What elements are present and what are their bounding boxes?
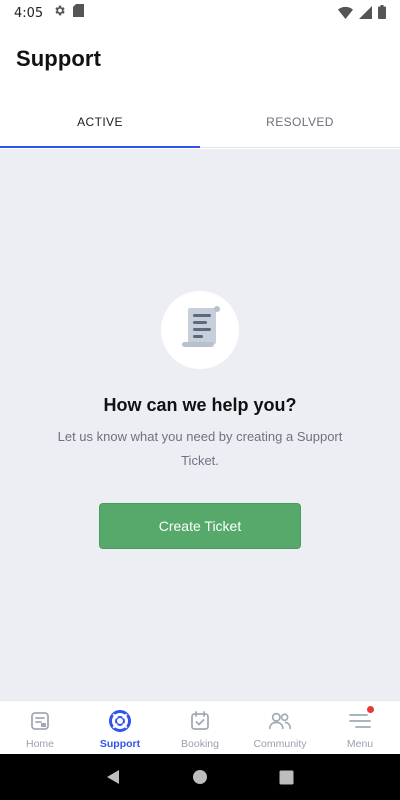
tab-active-label: ACTIVE (77, 114, 123, 129)
system-nav-bar (0, 754, 400, 800)
empty-state-illustration (161, 291, 239, 369)
empty-state-subtitle: Let us know what you need by creating a … (57, 429, 343, 468)
nav-label-community: Community (253, 738, 307, 750)
tab-bar: ACTIVE RESOLVED (0, 96, 400, 148)
app-header: Support (0, 26, 400, 96)
nav-item-menu[interactable]: Menu (320, 701, 400, 754)
create-ticket-button[interactable]: Create Ticket (99, 503, 301, 549)
nav-label-booking: Booking (181, 738, 219, 750)
support-content: How can we help you? Let us know what yo… (0, 149, 400, 700)
nav-label-support: Support (99, 738, 141, 750)
battery-icon (378, 5, 386, 24)
tab-resolved-label: RESOLVED (266, 114, 334, 129)
home-icon (28, 709, 52, 733)
gear-icon (53, 4, 66, 22)
people-icon (268, 709, 292, 733)
home-circle-icon[interactable] (190, 767, 210, 787)
recents-icon[interactable] (277, 767, 297, 787)
nav-label-home: Home (25, 738, 54, 750)
document-scroll-icon (172, 300, 228, 361)
calendar-check-icon (188, 709, 212, 733)
back-icon[interactable] (103, 767, 123, 787)
nav-item-support[interactable]: Support (80, 701, 160, 754)
sd-card-icon (73, 4, 85, 22)
nav-item-booking[interactable]: Booking (160, 701, 240, 754)
status-bar: 4:05 (0, 0, 400, 26)
nav-item-community[interactable]: Community (240, 701, 320, 754)
page-title: Support (16, 46, 102, 71)
notification-dot (367, 706, 374, 713)
tab-active[interactable]: ACTIVE (0, 96, 200, 148)
nav-item-home[interactable]: Home (0, 701, 80, 754)
menu-icon (348, 706, 374, 733)
bottom-nav: Home Support Booking Community Menu (0, 700, 400, 754)
nav-label-menu: Menu (346, 738, 374, 750)
wifi-icon (338, 6, 353, 24)
empty-state-title: How can we help you? (103, 395, 297, 415)
signal-icon (359, 5, 372, 24)
lifebuoy-icon (108, 709, 132, 733)
tab-resolved[interactable]: RESOLVED (200, 96, 400, 147)
status-time: 4:05 (14, 5, 44, 21)
